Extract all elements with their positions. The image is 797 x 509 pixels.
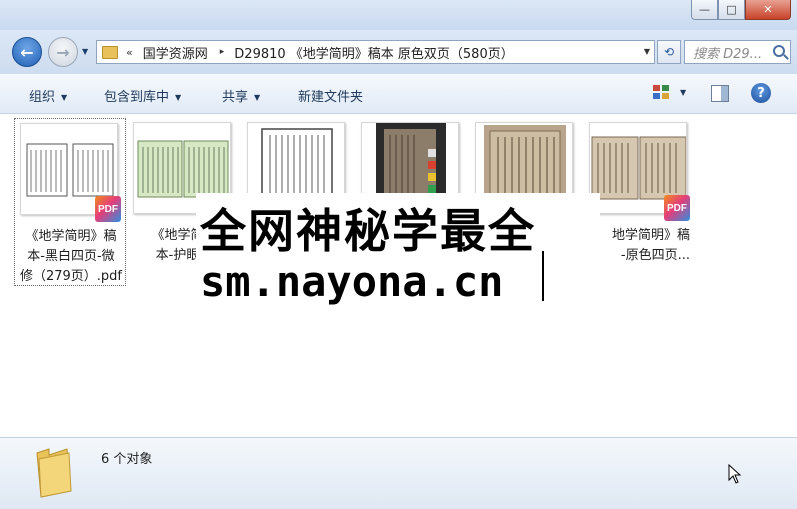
recent-pages-dropdown-icon[interactable]: ▼ [82,47,88,56]
file-item[interactable]: PDF 《地学简明》稿 本-黑白四页-微 修（279页）.pdf [14,118,126,286]
address-bar[interactable]: « 国学资源网 ▸ D29810 《地学简明》稿本 原色双页（580页） ▼ [96,40,655,64]
refresh-button[interactable]: ⟲ [657,40,681,64]
pdf-icon: PDF [95,196,121,222]
breadcrumb-separator-icon[interactable]: ▸ [220,47,225,57]
preview-pane-icon[interactable] [711,85,729,102]
watermark-url: sm.nayona.cn [200,257,504,306]
mouse-pointer-icon [728,464,742,484]
share-label: 共享 [222,90,249,105]
share-menu[interactable]: 共享 ▼ [222,86,260,105]
file-item[interactable]: PDF 地学简明》稿 -原色四页... [584,118,696,286]
breadcrumb-overflow[interactable]: « [126,46,133,59]
search-icon[interactable] [773,45,785,57]
organize-menu[interactable]: 组织 ▼ [29,86,67,105]
watermark-overlay: 全网神秘学最全 sm.nayona.cn [196,193,600,315]
new-folder-button[interactable]: 新建文件夹 [298,86,363,105]
file-name: 《地学简明》稿 本-黑白四页-微 修（279页）.pdf [19,229,123,284]
breadcrumb-item-current[interactable]: D29810 《地学简明》稿本 原色双页（580页） [234,43,513,62]
chevron-down-icon: ▼ [61,93,68,102]
command-bar: 组织 ▼ 包含到库中 ▼ 共享 ▼ 新建文件夹 ▼ ? [0,74,797,114]
text-cursor [542,251,544,301]
item-count: 6 个对象 [101,452,153,467]
details-pane: 6 个对象 [0,437,797,509]
chevron-down-icon: ▼ [175,93,182,102]
chevron-down-icon: ▼ [254,93,261,102]
organize-label: 组织 [29,90,56,105]
include-in-library-menu[interactable]: 包含到库中 ▼ [104,86,181,105]
pdf-icon: PDF [664,195,690,221]
back-button[interactable]: ← [12,37,42,67]
search-input[interactable]: 搜索 D29... [693,43,771,62]
folder-icon [36,448,72,498]
view-options-dropdown-icon[interactable]: ▼ [680,88,686,97]
help-icon[interactable]: ? [751,83,771,103]
breadcrumb-item-root[interactable]: 国学资源网 [143,43,208,62]
address-dropdown-icon[interactable]: ▼ [644,47,650,56]
search-box[interactable]: 搜索 D29... [684,40,791,64]
maximize-button[interactable]: □ [718,0,745,20]
folder-icon [102,45,118,59]
file-name: 地学简明》稿 -原色四页... [611,228,690,263]
watermark-title: 全网神秘学最全 [200,204,536,258]
window-controls: — □ ✕ [691,0,791,20]
minimize-button[interactable]: — [691,0,718,20]
change-view-icon[interactable] [653,85,671,101]
include-library-label: 包含到库中 [104,90,170,105]
forward-button[interactable]: → [48,37,78,67]
close-button[interactable]: ✕ [745,0,791,20]
title-bar: — □ ✕ [0,0,797,30]
navigation-bar: ← → ▼ « 国学资源网 ▸ D29810 《地学简明》稿本 原色双页（580… [0,30,797,74]
